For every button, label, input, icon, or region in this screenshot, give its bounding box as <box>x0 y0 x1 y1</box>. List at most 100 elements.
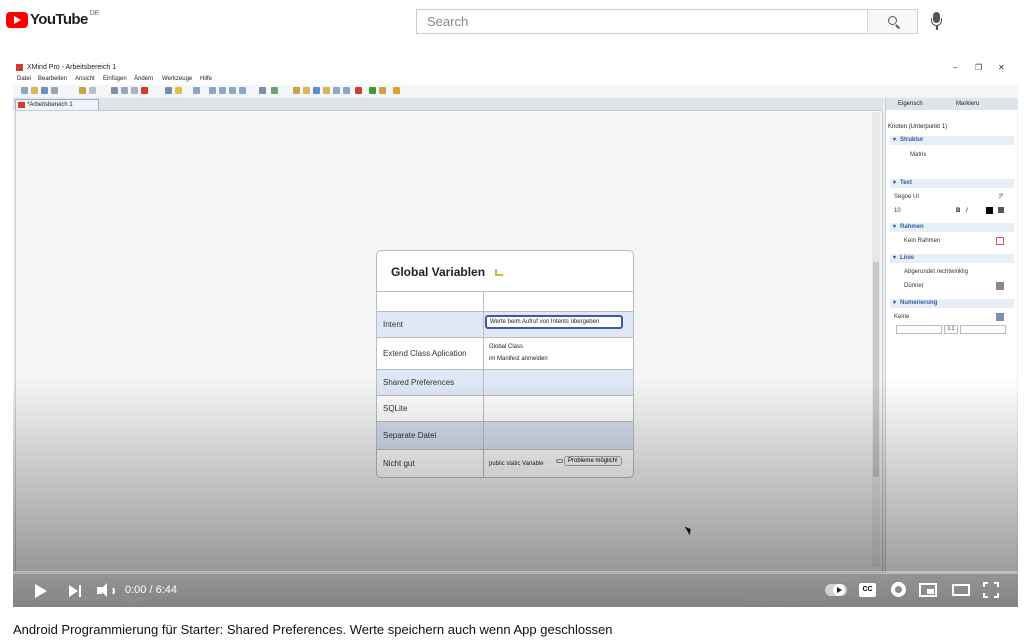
next-button[interactable] <box>69 585 83 598</box>
hyperlink-icon <box>313 87 320 94</box>
font-picker-icon[interactable]: ℱ <box>998 193 1003 200</box>
link-icon <box>556 459 563 463</box>
tab-markers[interactable]: Markieru <box>956 101 979 107</box>
table-row[interactable]: Separate Datei <box>377 421 633 449</box>
numbering-prefix-input[interactable] <box>896 325 942 334</box>
menu-ansicht: Ansicht <box>75 76 95 82</box>
border-color-icon[interactable] <box>996 237 1004 245</box>
line-color-icon[interactable] <box>996 282 1004 290</box>
row-value: public static Variable <box>489 461 544 467</box>
section-text[interactable]: Text <box>890 179 1014 188</box>
time-display: 0:00 / 6:44 <box>125 584 177 596</box>
section-structure[interactable]: Struktur <box>890 136 1014 145</box>
xmind-menubar: Datei Bearbeiten Ansicht Einfügen Ändern… <box>13 75 1018 85</box>
paste-icon <box>131 87 138 94</box>
search-button[interactable] <box>867 9 918 34</box>
font-size-select[interactable]: 10 <box>894 208 901 214</box>
restore-icon: ❐ <box>975 63 983 72</box>
line-shape-select[interactable]: Abgerundet rechtwinklig <box>904 269 968 275</box>
table-row[interactable] <box>377 291 633 311</box>
text-color-icon[interactable] <box>986 207 993 214</box>
table-row[interactable]: Shared Preferences <box>377 369 633 395</box>
xmind-window-title: XMind Pro - Arbeitsbereich 1 <box>27 64 117 71</box>
row-label: Shared Preferences <box>383 378 455 387</box>
selected-cell[interactable]: Werte beim Aufruf von Intents übergeben <box>485 315 623 329</box>
bold-icon[interactable]: B <box>956 208 960 214</box>
relationship-icon <box>343 87 350 94</box>
matrix-title[interactable]: Global Variablen <box>391 265 485 279</box>
idea-icon <box>175 87 182 94</box>
settings-gear-icon[interactable] <box>891 582 906 597</box>
row-value: im Manifest anmelden <box>489 356 548 362</box>
line-width-select[interactable]: Dünner <box>904 283 924 289</box>
fullscreen-button[interactable] <box>983 582 999 598</box>
matrix-topic[interactable]: Global Variablen Intent Werte beim Aufru… <box>376 250 634 478</box>
tab-arbeitsbereich[interactable]: *Arbeitsbereich 1 <box>15 99 99 110</box>
play-button[interactable] <box>35 584 47 598</box>
numbering-suffix-input[interactable] <box>960 325 1006 334</box>
youtube-header: YouTube DE Search <box>0 0 1024 44</box>
row-label: Separate Datei <box>383 431 437 440</box>
minimize-icon: – <box>953 63 958 72</box>
table-row[interactable]: Nicht gut public static Variable Problem… <box>377 449 633 477</box>
autoplay-icon <box>833 584 845 596</box>
numbering-options-icon[interactable] <box>996 313 1004 321</box>
panel-tabs: Eigensch Markieru <box>886 98 1018 110</box>
image-icon <box>271 87 278 94</box>
search-icon <box>888 16 897 25</box>
region-code: DE <box>89 10 100 17</box>
miniplayer-button[interactable] <box>919 583 937 597</box>
numbering-select[interactable]: Keine <box>894 314 909 320</box>
video-frame: XMind Pro - Arbeitsbereich 1 – ❐ ✕ Datei… <box>13 60 1018 607</box>
section-border[interactable]: Rahmen <box>890 223 1014 232</box>
youtube-logo[interactable]: YouTube DE <box>6 10 100 28</box>
subtitles-button[interactable]: CC <box>859 583 876 597</box>
video-player[interactable]: XMind Pro - Arbeitsbereich 1 – ❐ ✕ Datei… <box>13 60 1018 607</box>
voice-search-button[interactable] <box>926 9 948 33</box>
xmind-app-icon <box>16 64 23 71</box>
drill-up-icon <box>379 87 386 94</box>
save-all-icon <box>51 87 58 94</box>
undo-icon <box>79 87 86 94</box>
properties-panel: Eigensch Markieru Knoten (Unterpunkt 1) … <box>885 98 1018 573</box>
topic-icon <box>165 87 172 94</box>
section-numbering[interactable]: Numerierung <box>890 299 1014 308</box>
table-row[interactable]: SQLite <box>377 395 633 421</box>
autoplay-toggle[interactable] <box>825 584 847 596</box>
marker-icon <box>323 87 330 94</box>
chart-icon <box>495 269 503 276</box>
redo-icon <box>89 87 96 94</box>
summary-icon <box>239 87 246 94</box>
progress-bar[interactable] <box>12 571 1018 574</box>
vertical-scrollbar[interactable] <box>872 112 880 567</box>
theater-mode-button[interactable] <box>952 584 970 596</box>
close-icon: ✕ <box>998 63 1005 72</box>
section-line[interactable]: Linie <box>890 254 1014 263</box>
tab-label: *Arbeitsbereich 1 <box>27 102 73 108</box>
font-select[interactable]: Segoe UI <box>894 194 919 200</box>
volume-button[interactable] <box>97 583 117 599</box>
xmind-toolbar <box>13 85 1018 97</box>
callout-icon <box>229 87 236 94</box>
menu-bearbeiten: Bearbeiten <box>38 76 68 82</box>
floating-topic-icon <box>219 87 226 94</box>
italic-icon[interactable]: I <box>966 208 968 214</box>
youtube-play-icon <box>6 11 28 28</box>
logo-wordmark: YouTube <box>30 11 88 28</box>
align-icon[interactable] <box>998 207 1004 213</box>
structure-select[interactable]: Matrix <box>910 152 926 158</box>
tab-properties[interactable]: Eigensch <box>898 101 923 107</box>
table-row[interactable]: Intent Werte beim Aufruf von Intents übe… <box>377 311 633 337</box>
table-row[interactable]: Extend Class Aplication Global Class im … <box>377 337 633 369</box>
attach-icon <box>259 87 266 94</box>
save-icon <box>41 87 48 94</box>
callout-topic[interactable]: Probleme möglich! <box>564 456 622 466</box>
editor-tabbar: *Arbeitsbereich 1 <box>13 98 883 110</box>
cut-icon <box>111 87 118 94</box>
search-input[interactable]: Search <box>416 9 868 34</box>
stop-icon <box>355 87 362 94</box>
scrollbar-thumb[interactable] <box>873 262 879 477</box>
numbering-separator[interactable]: 1.1 <box>944 325 958 334</box>
label-icon <box>303 87 310 94</box>
border-select[interactable]: Kein Rahmen <box>904 238 940 244</box>
